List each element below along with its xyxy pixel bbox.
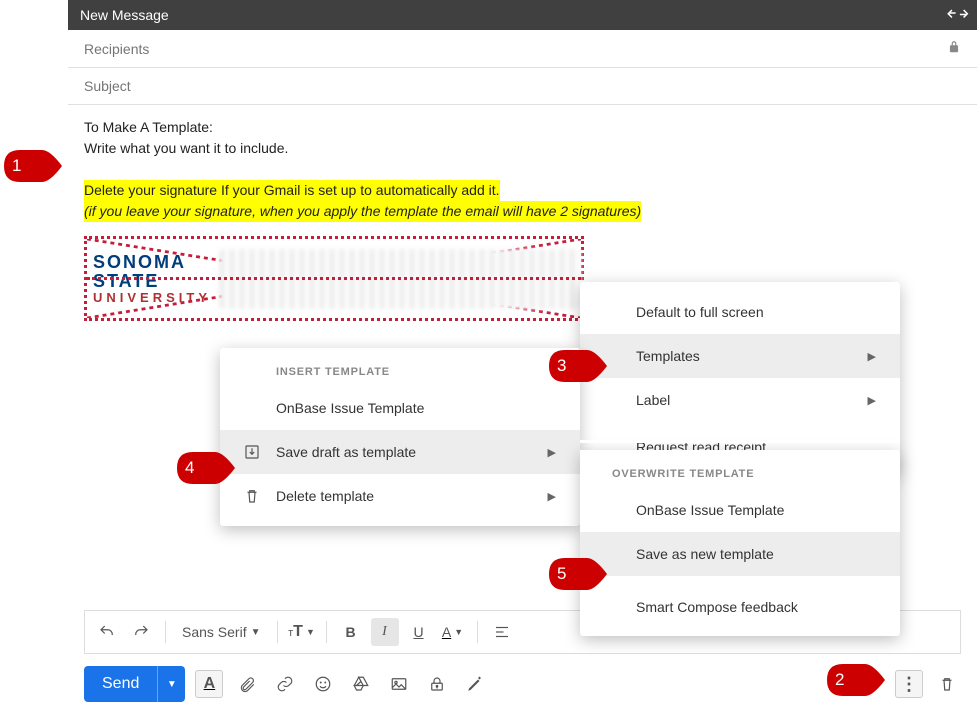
- subject-row[interactable]: [68, 68, 977, 105]
- signature-blurred-text: [219, 249, 581, 309]
- send-dropdown[interactable]: ▼: [157, 666, 185, 702]
- emoji-icon[interactable]: [309, 670, 337, 698]
- align-button[interactable]: [488, 618, 516, 646]
- insert-template-header: INSERT TEMPLATE: [220, 356, 580, 386]
- underline-button[interactable]: U: [405, 618, 433, 646]
- menu-save-new-template[interactable]: Save as new template: [580, 532, 900, 576]
- send-button-group: Send ▼: [84, 666, 185, 702]
- callout-5: 5: [547, 556, 609, 592]
- pen-icon[interactable]: [461, 670, 489, 698]
- italic-button[interactable]: I: [371, 618, 399, 646]
- body-line-2: Write what you want it to include.: [84, 138, 961, 159]
- menu-template-onbase[interactable]: OnBase Issue Template: [220, 386, 580, 430]
- callout-3: 3: [547, 348, 609, 384]
- body-highlight-1: Delete your signature If your Gmail is s…: [84, 180, 500, 201]
- menu-default-fullscreen[interactable]: Default to full screen: [580, 290, 900, 334]
- callout-2: 2: [825, 662, 887, 698]
- chevron-right-icon: ▶: [868, 350, 876, 363]
- more-options-menu: Default to full screen Templates▶ Label▶…: [580, 282, 900, 474]
- lock-icon: [947, 40, 961, 57]
- chevron-right-icon: ▶: [548, 446, 556, 459]
- menu-overwrite-onbase[interactable]: OnBase Issue Template: [580, 488, 900, 532]
- menu-label[interactable]: Label▶: [580, 378, 900, 422]
- recipients-row[interactable]: [68, 30, 977, 68]
- callout-1: 1: [2, 148, 64, 184]
- link-icon[interactable]: [271, 670, 299, 698]
- trash-icon: [240, 487, 264, 505]
- attach-icon[interactable]: [233, 670, 261, 698]
- font-select[interactable]: Sans Serif ▼: [176, 624, 267, 640]
- recipients-input[interactable]: [84, 41, 947, 57]
- font-size-button[interactable]: ᴛT ▼: [288, 618, 316, 646]
- expand-icon[interactable]: [942, 1, 971, 30]
- image-icon[interactable]: [385, 670, 413, 698]
- titlebar: New Message: [68, 0, 977, 30]
- signature-delete-box: SONOMA STATE UNIVERSITY: [84, 236, 584, 321]
- menu-save-draft-template[interactable]: Save draft as template▶: [220, 430, 580, 474]
- chevron-right-icon: ▶: [868, 394, 876, 407]
- body-highlight-2: (if you leave your signature, when you a…: [84, 201, 641, 222]
- menu-smart-compose[interactable]: Smart Compose feedback: [580, 584, 900, 628]
- save-template-submenu: OVERWRITE TEMPLATE OnBase Issue Template…: [580, 450, 900, 636]
- save-icon: [240, 443, 264, 461]
- more-options-button[interactable]: ⋮: [895, 670, 923, 698]
- discard-icon[interactable]: [933, 670, 961, 698]
- subject-input[interactable]: [84, 78, 961, 94]
- drive-icon[interactable]: [347, 670, 375, 698]
- templates-submenu: INSERT TEMPLATE OnBase Issue Template Sa…: [220, 348, 580, 526]
- text-color-button[interactable]: A ▼: [439, 618, 467, 646]
- formatting-toggle-button[interactable]: A: [195, 670, 223, 698]
- body-line-1: To Make A Template:: [84, 117, 961, 138]
- callout-4: 4: [175, 450, 237, 486]
- redo-button[interactable]: [127, 618, 155, 646]
- confidential-icon[interactable]: [423, 670, 451, 698]
- chevron-right-icon: ▶: [548, 490, 556, 503]
- signature-logo: SONOMA STATE UNIVERSITY: [93, 253, 211, 304]
- overwrite-template-header: OVERWRITE TEMPLATE: [580, 458, 900, 488]
- bold-button[interactable]: B: [337, 618, 365, 646]
- window-title: New Message: [80, 7, 169, 23]
- menu-templates[interactable]: Templates▶: [580, 334, 900, 378]
- undo-button[interactable]: [93, 618, 121, 646]
- send-button[interactable]: Send: [84, 675, 157, 693]
- menu-delete-template[interactable]: Delete template▶: [220, 474, 580, 518]
